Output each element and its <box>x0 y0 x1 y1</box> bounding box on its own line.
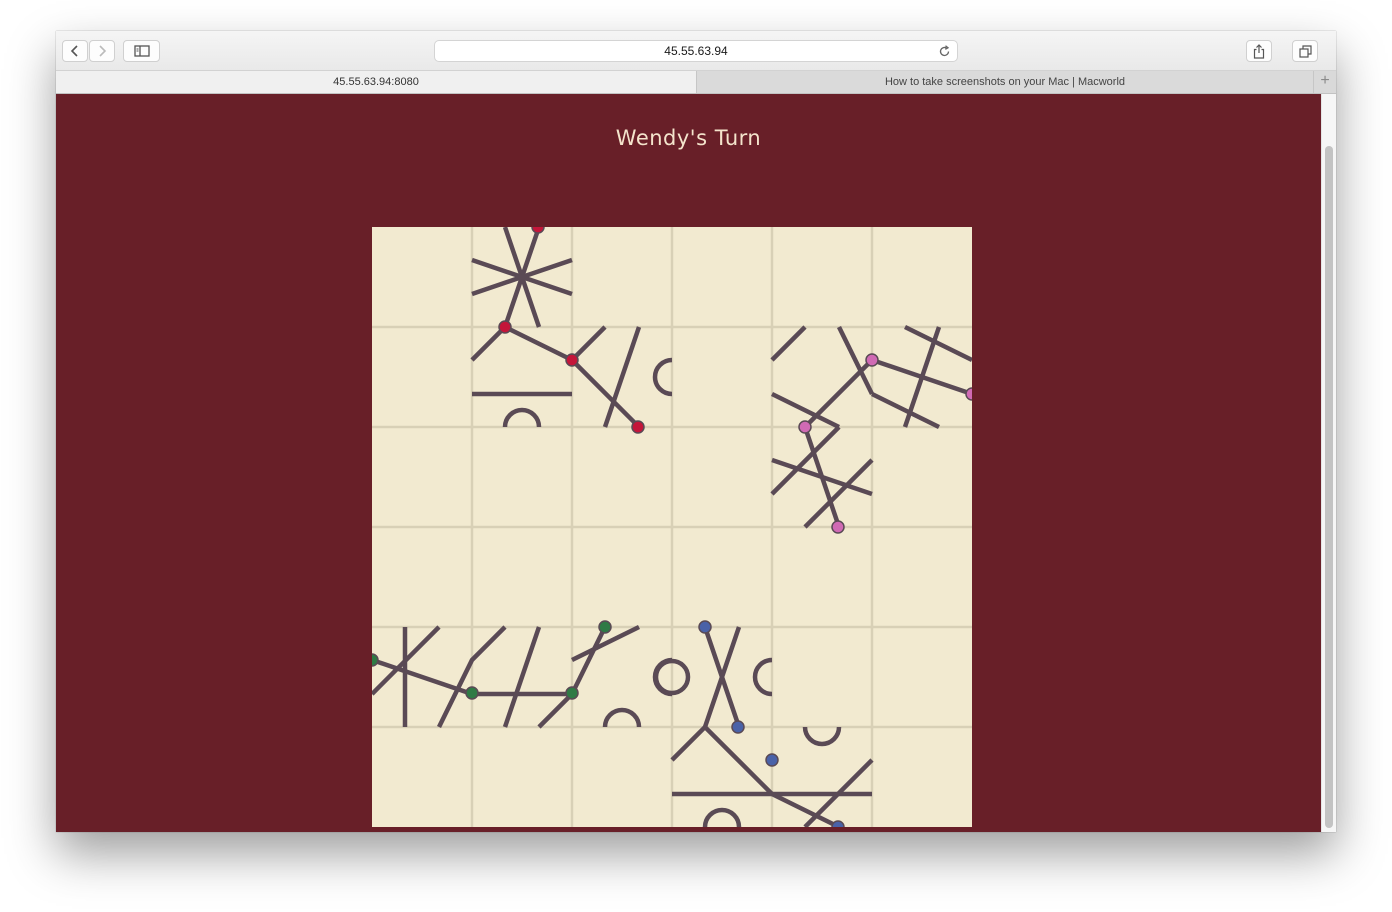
address-bar[interactable]: 45.55.63.94 <box>434 40 958 62</box>
sidebar-button[interactable] <box>123 40 160 62</box>
pink-marker <box>965 387 979 401</box>
turn-indicator: Wendy's Turn <box>615 126 762 150</box>
red-marker <box>531 220 545 234</box>
red-marker <box>498 320 512 334</box>
red-marker <box>565 353 579 367</box>
sidebar-icon <box>133 45 150 57</box>
green-marker <box>465 686 479 700</box>
share-button[interactable] <box>1246 40 1272 62</box>
address-bar-text: 45.55.63.94 <box>664 44 728 58</box>
red-marker <box>631 420 645 434</box>
green-marker <box>565 686 579 700</box>
tab-macworld[interactable]: How to take screenshots on your Mac | Ma… <box>697 71 1313 93</box>
scrollbar-thumb[interactable] <box>1325 146 1333 828</box>
share-icon <box>1253 43 1265 59</box>
blue-marker <box>765 753 779 767</box>
plus-icon: + <box>1320 72 1330 89</box>
browser-window: 45.55.63.94 45.55.63.94:8080 How to take… <box>56 31 1336 832</box>
blue-marker <box>731 720 745 734</box>
pink-marker <box>831 520 845 534</box>
vertical-scrollbar[interactable] <box>1321 94 1336 832</box>
blue-marker <box>831 820 845 832</box>
tabs-overview-icon <box>1298 44 1312 58</box>
board-grid <box>372 227 972 827</box>
pink-marker <box>865 353 879 367</box>
game-board[interactable] <box>365 220 979 832</box>
browser-toolbar: 45.55.63.94 <box>56 31 1336 71</box>
reload-icon[interactable] <box>938 44 951 64</box>
board-canvas[interactable] <box>365 220 979 832</box>
back-button[interactable] <box>62 40 88 62</box>
forward-icon <box>99 45 107 57</box>
pink-marker <box>798 420 812 434</box>
tab-game[interactable]: 45.55.63.94:8080 <box>56 71 697 93</box>
forward-button[interactable] <box>89 40 115 62</box>
green-marker <box>598 620 612 634</box>
page-content: Wendy's Turn <box>56 94 1336 832</box>
blue-marker <box>698 620 712 634</box>
new-tab-button[interactable]: + <box>1313 71 1336 93</box>
tab-bar: 45.55.63.94:8080 How to take screenshots… <box>56 71 1336 94</box>
tabs-overview-button[interactable] <box>1292 40 1318 62</box>
back-icon <box>70 45 78 57</box>
green-marker <box>365 653 379 667</box>
